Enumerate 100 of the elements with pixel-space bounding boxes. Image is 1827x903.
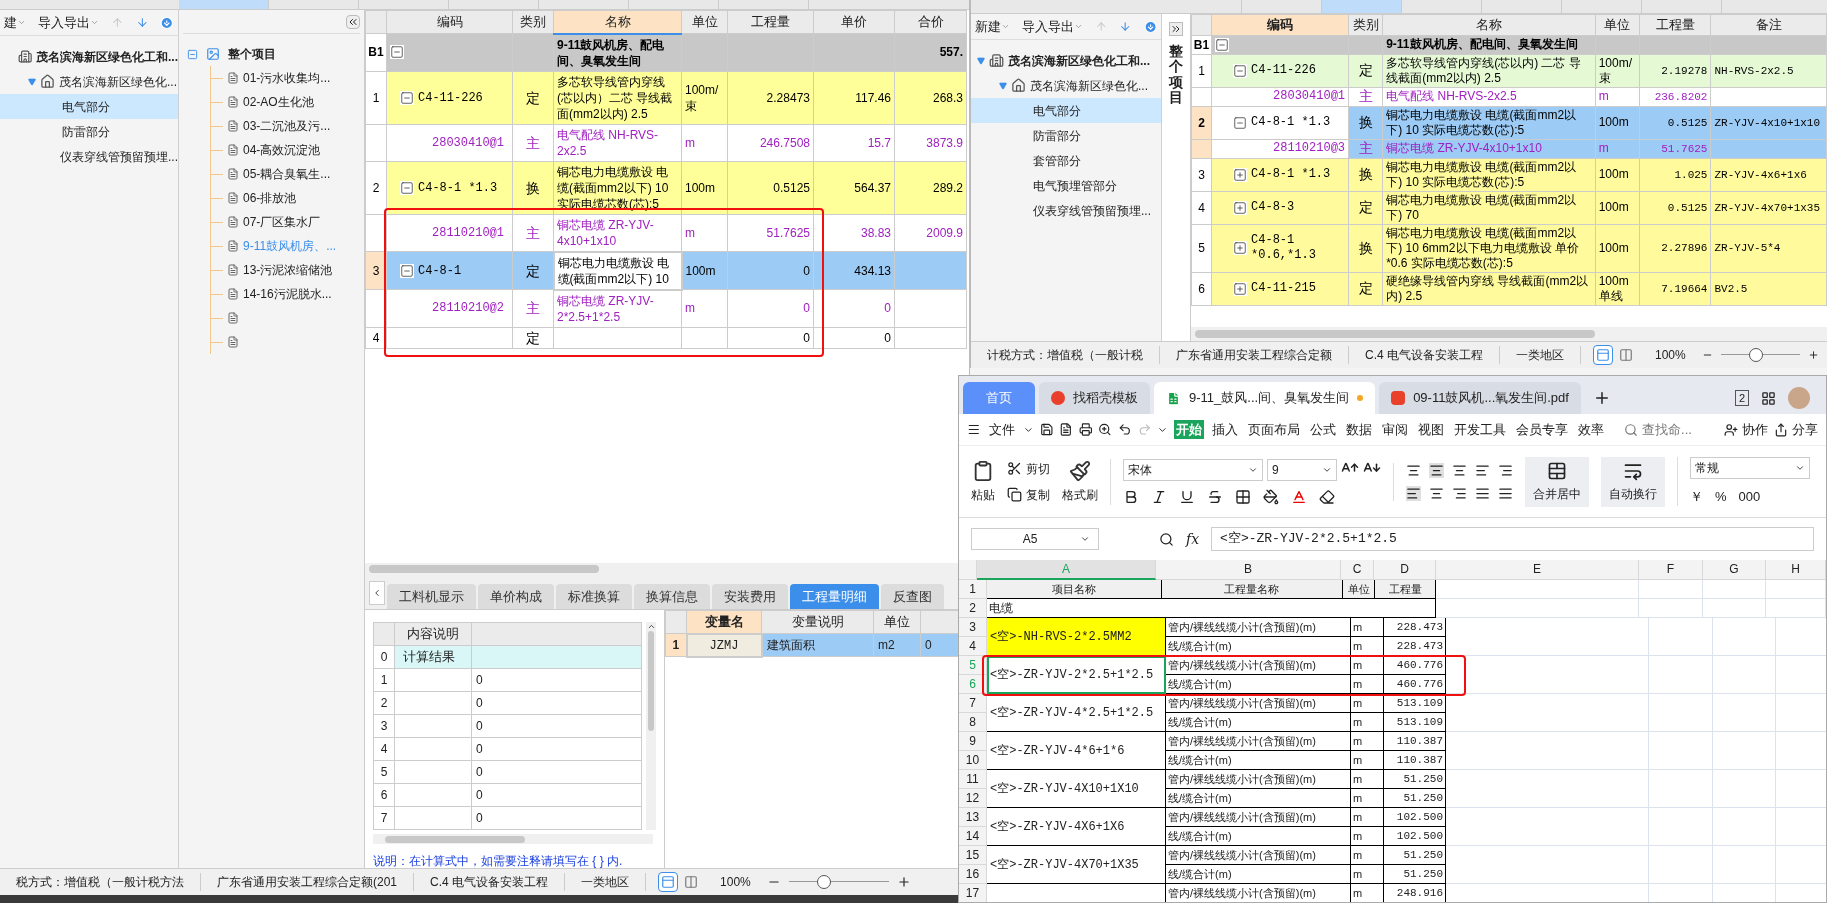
collapse-toggle-icon[interactable] xyxy=(400,263,414,278)
tree-item[interactable]: 13-污泥浓缩储池 xyxy=(211,258,360,282)
column-header[interactable]: 合价 xyxy=(894,10,967,34)
column-header[interactable]: B xyxy=(1156,560,1341,580)
tree-item[interactable]: 仪表穿线管预留预埋... xyxy=(0,144,178,169)
search-icon[interactable] xyxy=(1159,531,1174,547)
font-size-select[interactable]: 9 xyxy=(1267,458,1337,481)
border-icon[interactable] xyxy=(1235,488,1251,505)
avatar-icon[interactable] xyxy=(1788,387,1810,409)
zoom-slider[interactable] xyxy=(1720,348,1800,362)
tree-item[interactable]: 电气部分 xyxy=(971,98,1161,123)
browser-tab[interactable]: 9-11_鼓风...间、臭氧发生间 xyxy=(1154,382,1376,414)
table-row[interactable]: 3 C4-8-1 定 铜芯电力电缆敷设 电缆(截面mm2以下) 10 100m 0 434.13 xyxy=(365,251,967,290)
column-header[interactable]: 单价 xyxy=(813,10,895,34)
expand-toggle-icon[interactable] xyxy=(1233,241,1248,255)
command-search-field[interactable]: 查找命... xyxy=(1624,419,1713,440)
column-header[interactable]: F xyxy=(1639,560,1703,580)
tab[interactable]: 单价构成 xyxy=(478,584,554,609)
menu-item[interactable]: 效率 xyxy=(1576,419,1607,440)
column-header[interactable]: 工程量 xyxy=(727,10,814,34)
menu-item[interactable]: 视图 xyxy=(1416,419,1447,440)
strikethrough-icon[interactable] xyxy=(1207,488,1223,505)
tree-item[interactable]: 04-高效沉淀池 xyxy=(211,138,360,162)
stacked-view-icon[interactable] xyxy=(1593,345,1613,365)
column-header[interactable]: 编码 xyxy=(1211,14,1349,35)
justify-icon[interactable] xyxy=(1475,485,1490,501)
column-header[interactable]: 类别 xyxy=(1348,14,1383,35)
tree-item[interactable]: 仪表穿线管预留预埋... xyxy=(971,198,1161,223)
toolbar-button[interactable]: 分享 xyxy=(1774,419,1819,440)
table-row[interactable]: 3 0 xyxy=(373,714,642,738)
tree-item[interactable]: 02-AO生化池 xyxy=(211,90,360,114)
tab[interactable]: 标准换算 xyxy=(556,584,632,609)
tree-item[interactable]: 05-耦合臭氧生... xyxy=(211,162,360,186)
table-row[interactable]: 4 C4-8-3 定 铜芯电力电缆敷设 电缆(截面mm2以下) 70 100m 0.5125 ZR-YJV-4x70+1x35 xyxy=(1191,191,1827,224)
table-row[interactable]: 3 C4-8-1 *1.3 换 铜芯电力电缆敷设 电缆(截面mm2以下) 10 实际电缆芯数(芯):5 100m 1.025 ZR-YJV-4x6+1x6 xyxy=(1191,158,1827,191)
expand-toggle-icon[interactable] xyxy=(1233,281,1248,296)
menu-item[interactable]: 页面布局 xyxy=(1246,419,1303,440)
tree-item[interactable]: 茂名滨海新区绿色化工和... xyxy=(971,48,1161,73)
table-row[interactable]: 5 0 xyxy=(373,760,642,784)
tree-item[interactable]: 14-16污泥脱水... xyxy=(211,282,360,306)
column-header[interactable]: H xyxy=(1766,560,1826,580)
table-row[interactable]: 4 0 xyxy=(373,737,642,761)
column-header[interactable]: 备注 xyxy=(1710,14,1827,35)
eraser-icon[interactable] xyxy=(1319,488,1335,505)
number-format-button[interactable]: % xyxy=(1715,486,1727,507)
align-center-icon[interactable] xyxy=(1429,485,1444,501)
bold-icon[interactable] xyxy=(1123,488,1139,505)
download-icon[interactable] xyxy=(160,14,174,31)
tree-item[interactable]: 电气部分 xyxy=(0,94,178,119)
table-row[interactable]: 6 0 xyxy=(373,783,642,807)
table-row[interactable]: 1 C4-11-226 定 多芯软导线管内穿线(芯以内）二芯 导线截面(mm2以内) 2.5 100m/束 2.28473 117.46 268.3 xyxy=(365,71,967,124)
function-label[interactable]: fx xyxy=(1186,528,1200,550)
column-header[interactable]: 变量说明 xyxy=(761,610,874,634)
column-header[interactable]: 单位 xyxy=(873,610,921,634)
horizontal-scrollbar[interactable] xyxy=(369,565,599,573)
column-header[interactable]: 编码 xyxy=(386,10,513,34)
print-icon[interactable] xyxy=(1078,422,1093,437)
undo-icon[interactable] xyxy=(1117,422,1132,437)
download-icon[interactable] xyxy=(1143,18,1157,35)
tree-item[interactable]: 电气预埋管部分 xyxy=(971,173,1161,198)
stacked-view-icon[interactable] xyxy=(658,872,679,892)
save-icon[interactable] xyxy=(1039,422,1054,437)
cut-button[interactable]: 剪切 xyxy=(1007,459,1050,478)
tree-item[interactable]: 03-二沉池及污... xyxy=(211,114,360,138)
tree-item[interactable]: 防雷部分 xyxy=(971,123,1161,148)
horizontal-scrollbar[interactable] xyxy=(1195,330,1595,338)
merged-cell[interactable]: <空>-ZR-YJV-4*2.5+1*2.5 xyxy=(987,694,1166,732)
expanded-caret-icon[interactable] xyxy=(28,77,36,86)
tree-item[interactable]: 茂名滨海新区绿色化... xyxy=(971,73,1161,98)
preview-icon[interactable] xyxy=(1098,422,1112,437)
collapse-toggle-icon[interactable] xyxy=(1233,63,1248,78)
table-row[interactable]: 4 定 0 0 xyxy=(365,327,967,348)
merged-cell[interactable]: <空>-ZR-YJV-2*2.5+1*2.5 xyxy=(987,656,1166,694)
menu-item[interactable]: 会员专享 xyxy=(1514,419,1571,440)
table-row[interactable]: 1 JZMJ 建筑面积 m2 0 xyxy=(665,633,961,657)
expand-toggle-icon[interactable] xyxy=(1233,167,1248,182)
toolbar-button[interactable]: 协作 xyxy=(1724,419,1769,440)
wrap-text-button[interactable]: 自动换行 xyxy=(1601,456,1665,507)
format-painter-icon[interactable] xyxy=(1069,459,1091,482)
toolbar-menu-button[interactable]: 建 xyxy=(4,12,26,33)
format-painter-button[interactable]: 格式刷 xyxy=(1062,485,1098,504)
table-row[interactable]: 1 C4-11-226 定 多芯软导线管内穿线(芯以内) 二芯 导线截面(mm2以内) 2.5 100m/束 2.19278 NH-RVS-2x2.5 xyxy=(1191,54,1827,87)
table-row[interactable]: 28110210@1 主 铜芯电缆 ZR-YJV-4x10+1x10 m 51.7625 38.83 2009.9 xyxy=(365,214,967,252)
apps-grid-icon[interactable] xyxy=(1761,391,1776,406)
tab[interactable]: 安装费用 xyxy=(712,584,788,609)
align-right-icon[interactable] xyxy=(1452,485,1467,501)
column-header[interactable]: 变量名 xyxy=(686,610,762,634)
zoom-slider[interactable] xyxy=(788,875,889,889)
menu-icon[interactable] xyxy=(967,422,981,437)
redo-icon[interactable] xyxy=(1137,422,1152,437)
table-row[interactable]: 0 计算结果 xyxy=(373,645,642,669)
tree-item[interactable]: 01-污水收集均... xyxy=(211,66,360,90)
collapse-toggle-icon[interactable] xyxy=(400,90,414,105)
browser-tab[interactable]: 找稻壳模板 xyxy=(1039,382,1150,414)
browser-tab[interactable]: 09-11鼓风机...氧发生间.pdf xyxy=(1379,382,1581,414)
table-row[interactable]: 28030410@1 主 电气配线 NH-RVS-2x2.5 m 246.7508 15.7 3873.9 xyxy=(365,124,967,161)
tree-item[interactable]: 07-厂区集水厂 xyxy=(211,210,360,234)
toolbar-menu-button[interactable]: 导入导出 xyxy=(1022,16,1083,37)
tree-item[interactable]: 防雷部分 xyxy=(0,119,178,144)
tree-item[interactable]: 茂名滨海新区绿色化工和... xyxy=(0,44,178,69)
